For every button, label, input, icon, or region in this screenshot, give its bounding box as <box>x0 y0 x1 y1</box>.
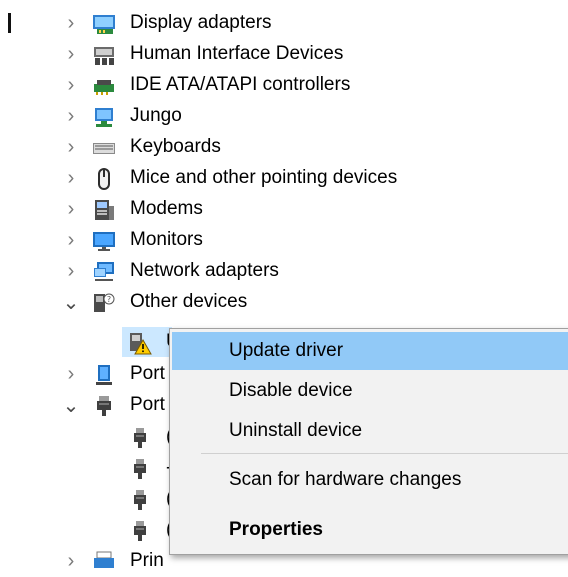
other-devices-icon: ? <box>94 293 115 312</box>
port-icon <box>96 365 112 385</box>
tree-item-monitors[interactable]: › Monitors <box>0 225 568 256</box>
menu-item-scan-hardware[interactable]: Scan for hardware changes <box>172 461 568 499</box>
tree-item-label: Prin <box>130 550 164 571</box>
tree-item-label: Human Interface Devices <box>130 43 344 64</box>
monitor-icon <box>93 232 115 251</box>
tree-item-modems[interactable]: › Modems <box>0 194 568 225</box>
tree-item-label: Port <box>130 363 165 384</box>
menu-separator <box>201 453 568 454</box>
menu-item-label: Scan for hardware changes <box>229 469 462 490</box>
menu-item-label: Update driver <box>229 340 344 361</box>
usb-plug-icon <box>134 459 146 479</box>
tree-item-label: Other devices <box>130 291 248 312</box>
chevron-right-icon[interactable]: › <box>60 359 82 390</box>
tree-item-label: IDE ATA/ATAPI controllers <box>130 74 351 95</box>
tree-item-jungo[interactable]: › Jungo <box>0 101 568 132</box>
jungo-icon <box>95 108 113 127</box>
network-adapter-icon <box>94 262 114 281</box>
tree-item-label: Display adapters <box>130 12 272 33</box>
usb-plug-icon <box>134 428 146 448</box>
chevron-right-icon[interactable]: › <box>60 101 82 132</box>
menu-item-uninstall-device[interactable]: Uninstall device <box>172 412 568 450</box>
tree-item-display-adapters[interactable]: › Display adapters <box>0 8 568 39</box>
menu-item-disable-device[interactable]: Disable device <box>172 372 568 410</box>
tree-item-label: Keyboards <box>130 136 221 157</box>
tree-item-keyboards[interactable]: › Keyboards <box>0 132 568 163</box>
tree-item-label: Monitors <box>130 229 203 250</box>
context-menu: Update driver Disable device Uninstall d… <box>169 328 568 555</box>
chevron-right-icon[interactable]: › <box>60 546 82 577</box>
printer-icon <box>94 551 114 568</box>
menu-item-label: Properties <box>229 519 323 540</box>
menu-item-label: Uninstall device <box>229 420 363 441</box>
mouse-icon <box>98 168 110 190</box>
chevron-right-icon[interactable]: › <box>60 194 82 225</box>
chevron-right-icon[interactable]: › <box>60 256 82 287</box>
chevron-right-icon[interactable]: › <box>60 132 82 163</box>
usb-plug-icon <box>134 490 146 510</box>
tree-item-human-interface-devices[interactable]: › Human Interface Devices <box>0 39 568 70</box>
svg-text:?: ? <box>107 295 111 304</box>
tree-item-label: Mice and other pointing devices <box>130 167 398 188</box>
chevron-down-icon[interactable]: ⌄ <box>60 390 82 421</box>
port-usb-icon <box>97 396 111 416</box>
warning-device-icon <box>130 333 152 355</box>
tree-item-other-devices[interactable]: ⌄ ? Other devices <box>0 287 568 318</box>
tree-item-network-adapters[interactable]: › Network adapters <box>0 256 568 287</box>
chevron-right-icon[interactable]: › <box>60 225 82 256</box>
modem-icon <box>95 200 114 220</box>
keyboard-icon <box>93 143 115 154</box>
hid-icon <box>94 47 114 65</box>
tree-item-mice[interactable]: › Mice and other pointing devices <box>0 163 568 194</box>
chevron-right-icon[interactable]: › <box>60 39 82 70</box>
tree-item-label: Port <box>130 394 165 415</box>
usb-plug-icon <box>134 521 146 541</box>
tree-item-label: Network adapters <box>130 260 279 281</box>
menu-item-label: Disable device <box>229 380 353 401</box>
ide-controller-icon <box>94 80 114 95</box>
chevron-down-icon[interactable]: ⌄ <box>60 287 82 318</box>
menu-item-update-driver[interactable]: Update driver <box>172 332 568 370</box>
chevron-right-icon[interactable]: › <box>60 163 82 194</box>
tree-item-label: Modems <box>130 198 203 219</box>
chevron-right-icon[interactable]: › <box>60 8 82 39</box>
tree-item-label: Jungo <box>130 105 182 126</box>
menu-item-properties[interactable]: Properties <box>172 511 568 549</box>
display-adapter-icon <box>93 15 115 34</box>
tree-item-ide-controllers[interactable]: › IDE ATA/ATAPI controllers <box>0 70 568 101</box>
chevron-right-icon[interactable]: › <box>60 70 82 101</box>
